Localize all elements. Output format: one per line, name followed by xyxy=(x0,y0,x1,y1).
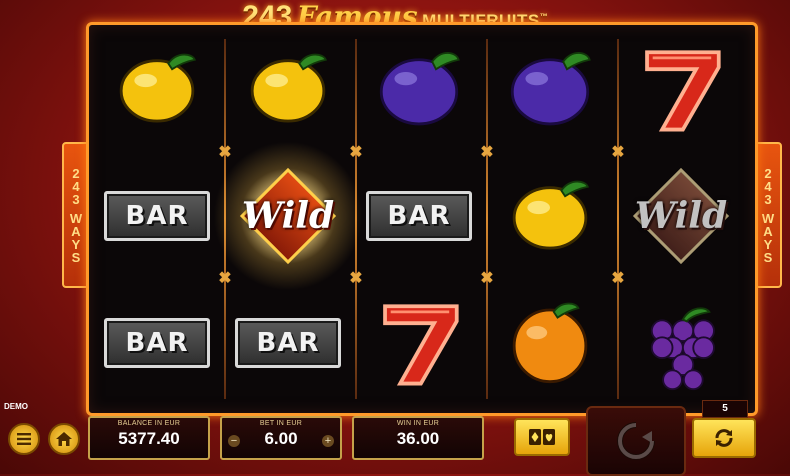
spin-button[interactable] xyxy=(586,406,686,476)
symbol-plum xyxy=(359,30,479,148)
plum-icon xyxy=(510,51,591,126)
symbol-grapes xyxy=(621,284,741,402)
symbol-plum xyxy=(490,30,610,148)
spin-arrow-icon xyxy=(617,422,655,460)
gamble-button[interactable] xyxy=(514,418,570,456)
reel-2: Wild BAR xyxy=(213,25,363,413)
bar-label: BAR xyxy=(125,201,189,231)
bet-label: BET IN EUR xyxy=(259,420,303,427)
lemon-icon xyxy=(119,53,196,123)
orange-icon xyxy=(512,302,588,384)
seven-icon xyxy=(645,50,721,132)
card-suits-icon xyxy=(529,429,555,445)
reel-4 xyxy=(488,25,619,413)
ways-char: 4 xyxy=(72,178,80,194)
symbol-bar: BAR xyxy=(228,284,348,402)
bet-panel: BET IN EUR 6.00 − + xyxy=(220,416,342,460)
symbol-wild: Wild xyxy=(213,141,363,291)
grapes-icon xyxy=(650,307,715,391)
title-tm: ™ xyxy=(539,12,548,21)
ways-char: S xyxy=(71,249,81,265)
bar-label: BAR xyxy=(256,328,320,358)
ways-char: A xyxy=(71,223,81,239)
symbol-orange xyxy=(490,284,610,402)
ways-char: Y xyxy=(763,236,773,252)
lemon-icon xyxy=(250,53,327,123)
bet-minus-button[interactable]: − xyxy=(228,435,240,447)
wild-label: Wild xyxy=(634,195,728,237)
ways-char: W xyxy=(69,210,83,226)
lemon-icon xyxy=(512,180,589,250)
reel-3: BAR xyxy=(357,25,488,413)
ways-char: 3 xyxy=(764,191,772,207)
symbol-lemon xyxy=(490,157,610,275)
bar-label: BAR xyxy=(125,328,189,358)
symbol-wild: Wild xyxy=(621,157,741,275)
wild-label: Wild xyxy=(241,195,335,237)
win-panel: WIN IN EUR 36.00 xyxy=(352,416,484,460)
bet-plus-button[interactable]: + xyxy=(322,435,334,447)
reel-5: Wild xyxy=(619,25,750,413)
ways-char: W xyxy=(761,210,775,226)
symbol-seven xyxy=(621,30,741,148)
symbol-lemon xyxy=(228,30,348,148)
ways-char: A xyxy=(763,223,773,239)
balance-panel: BALANCE IN EUR 5377.40 xyxy=(88,416,210,460)
ways-char: Y xyxy=(71,236,81,252)
ways-badge-right: 2 4 3 W A Y S xyxy=(754,142,782,288)
autoplay-icon xyxy=(715,429,733,447)
autoplay-count: 5 xyxy=(702,400,748,418)
ways-char: 4 xyxy=(764,178,772,194)
autoplay-button[interactable] xyxy=(692,418,756,458)
bar-label: BAR xyxy=(387,201,451,231)
symbol-bar: BAR xyxy=(97,284,217,402)
plum-icon xyxy=(379,51,460,126)
hamburger-icon xyxy=(17,433,31,445)
symbol-bar: BAR xyxy=(359,157,479,275)
bar-plate: BAR xyxy=(104,318,210,368)
home-icon xyxy=(56,432,72,446)
ways-char: 3 xyxy=(72,191,80,207)
seven-icon xyxy=(383,304,459,386)
symbol-lemon xyxy=(97,30,217,148)
wild-badge: Wild xyxy=(213,141,363,291)
home-button[interactable] xyxy=(48,423,80,455)
bar-plate: BAR xyxy=(104,191,210,241)
reel-1: BAR BAR xyxy=(95,25,226,413)
ways-char: 2 xyxy=(764,165,772,181)
reels-frame: BAR BAR ✖ ✖ Wild BAR ✖ ✖ BAR ✖ ✖ ✖ ✖ Wild xyxy=(86,22,758,416)
win-label: WIN IN EUR xyxy=(396,420,440,427)
symbol-bar: BAR xyxy=(97,157,217,275)
demo-label: DEMO xyxy=(4,402,28,411)
bar-plate: BAR xyxy=(366,191,472,241)
menu-button[interactable] xyxy=(8,423,40,455)
win-value: 36.00 xyxy=(396,429,440,448)
symbol-seven xyxy=(359,284,479,402)
ways-char: 2 xyxy=(72,165,80,181)
bar-plate: BAR xyxy=(235,318,341,368)
balance-label: BALANCE IN EUR xyxy=(117,420,181,427)
ways-char: S xyxy=(763,249,773,265)
balance-value: 5377.40 xyxy=(118,429,180,448)
wild-badge: Wild xyxy=(621,167,741,265)
